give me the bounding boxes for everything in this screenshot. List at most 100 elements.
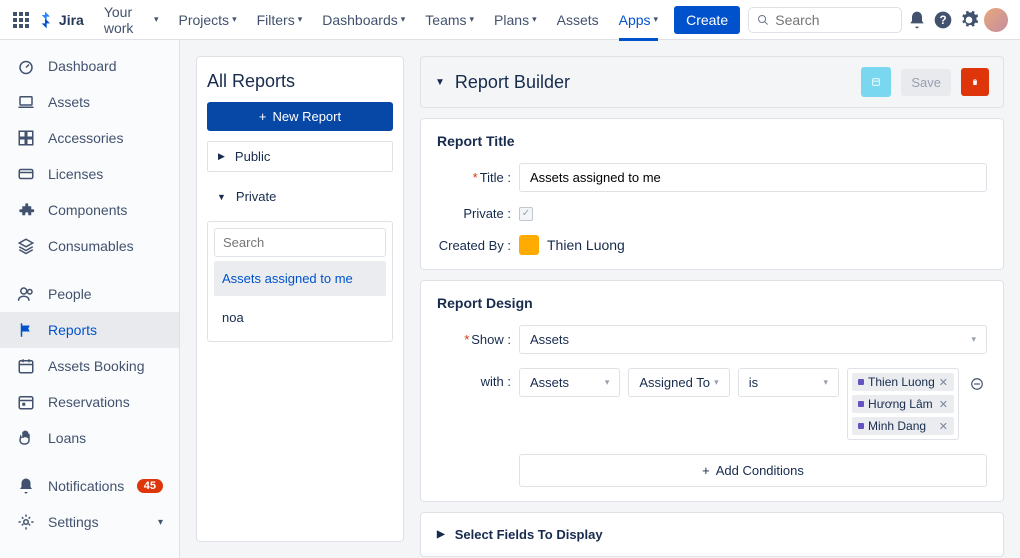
sidebar-item-consumables[interactable]: Consumables <box>0 228 179 264</box>
chevron-down-icon: ▾ <box>654 14 659 25</box>
all-reports-panel: All Reports + New Report ▶ Public ▼ Priv… <box>196 56 404 542</box>
global-search[interactable] <box>748 7 902 33</box>
plus-icon: + <box>702 463 710 478</box>
search-input[interactable] <box>775 12 893 28</box>
chevron-right-icon: ▶ <box>218 151 225 162</box>
sidebar-item-people[interactable]: People <box>0 276 179 312</box>
sidebar-item-label: Accessories <box>48 130 123 146</box>
report-item[interactable]: Assets assigned to me <box>214 261 386 296</box>
chevron-down-icon: ▾ <box>824 377 829 388</box>
sidebar-item-label: Loans <box>48 430 86 446</box>
private-checkbox[interactable]: ✓ <box>519 207 533 221</box>
sidebar-item-reports[interactable]: Reports <box>0 312 179 348</box>
layers-icon <box>16 236 36 256</box>
sidebar-item-label: People <box>48 286 92 302</box>
report-search-input[interactable] <box>214 228 386 257</box>
add-conditions-button[interactable]: + Add Conditions <box>519 454 987 487</box>
chevron-down-icon: ▼ <box>217 192 226 202</box>
people-icon <box>16 284 36 304</box>
chevron-down-icon[interactable]: ▼ <box>435 77 445 88</box>
create-button[interactable]: Create <box>674 6 740 34</box>
condition-field-select[interactable]: Assigned To▾ <box>628 368 729 397</box>
sidebar-item-help[interactable]: ?Help▾ <box>0 552 179 558</box>
sidebar-item-label: Consumables <box>48 238 134 254</box>
sidebar-item-assets-booking[interactable]: Assets Booking <box>0 348 179 384</box>
notifications-icon[interactable] <box>906 6 928 34</box>
folder-private[interactable]: ▼ Private <box>207 182 393 211</box>
sidebar-item-components[interactable]: Components <box>0 192 179 228</box>
jira-logo[interactable]: Jira <box>35 10 84 30</box>
remove-condition-button[interactable] <box>967 374 987 394</box>
show-select[interactable]: Assets▾ <box>519 325 987 354</box>
chevron-down-icon: ▾ <box>532 14 537 25</box>
sidebar-item-label: Reservations <box>48 394 130 410</box>
sidebar-item-dashboard[interactable]: Dashboard <box>0 48 179 84</box>
user-dot-icon <box>858 423 864 429</box>
content-area: All Reports + New Report ▶ Public ▼ Priv… <box>180 40 1020 558</box>
nav-your-work[interactable]: Your work▾ <box>96 0 167 42</box>
calendar2-icon <box>16 392 36 412</box>
title-label: *Title : <box>437 170 519 185</box>
creator-avatar <box>519 235 539 255</box>
avatar[interactable] <box>984 6 1008 34</box>
sidebar-item-label: Notifications <box>48 478 124 494</box>
nav-plans[interactable]: Plans▾ <box>486 6 545 34</box>
sidebar-item-loans[interactable]: Loans <box>0 420 179 456</box>
help-icon[interactable]: ? <box>932 6 954 34</box>
sidebar-item-settings[interactable]: Settings▾ <box>0 504 179 540</box>
creator-value: Thien Luong <box>519 235 625 255</box>
sidebar-item-label: Licenses <box>48 166 103 182</box>
remove-tag-button[interactable]: ✕ <box>939 420 948 433</box>
search-icon <box>757 13 769 27</box>
chevron-right-icon: ▶ <box>437 529 445 540</box>
show-label: *Show : <box>437 332 519 347</box>
chevron-down-icon: ▾ <box>232 14 237 25</box>
nav-apps[interactable]: Apps▾ <box>611 6 666 34</box>
sidebar-item-licenses[interactable]: Licenses <box>0 156 179 192</box>
nav-filters[interactable]: Filters▾ <box>249 6 311 34</box>
bell-icon <box>16 476 36 496</box>
app-switcher-icon[interactable] <box>12 8 31 32</box>
badge: 45 <box>137 479 163 493</box>
private-label: Private : <box>437 206 519 221</box>
created-by-label: Created By : <box>437 238 519 253</box>
condition-operator-select[interactable]: is▾ <box>738 368 839 397</box>
nav-projects[interactable]: Projects▾ <box>170 6 244 34</box>
select-fields-section[interactable]: ▶ Select Fields To Display <box>420 512 1004 557</box>
section-title: Report Design <box>437 295 987 311</box>
product-name: Jira <box>59 12 84 28</box>
report-item[interactable]: noa <box>214 300 386 335</box>
report-title-section: Report Title *Title : Private : ✓ Create… <box>420 118 1004 270</box>
save-button[interactable]: Save <box>901 69 951 96</box>
nav-dashboards[interactable]: Dashboards▾ <box>314 6 413 34</box>
condition-values[interactable]: Thien Luong✕Hương Lâm✕Minh Dang✕ <box>847 368 959 440</box>
nav-assets[interactable]: Assets <box>549 6 607 34</box>
puzzle-icon <box>16 200 36 220</box>
report-design-section: Report Design *Show : Assets▾ with : Ass… <box>420 280 1004 502</box>
sidebar-item-accessories[interactable]: Accessories <box>0 120 179 156</box>
new-report-button[interactable]: + New Report <box>207 102 393 131</box>
delete-button[interactable] <box>961 68 989 96</box>
sidebar-item-assets[interactable]: Assets <box>0 84 179 120</box>
dashboard-icon <box>16 56 36 76</box>
preview-button[interactable] <box>861 67 891 97</box>
remove-tag-button[interactable]: ✕ <box>939 398 948 411</box>
user-tag: Minh Dang✕ <box>852 417 954 435</box>
laptop-icon <box>16 92 36 112</box>
sidebar-item-label: Assets <box>48 94 90 110</box>
condition-entity-select[interactable]: Assets▾ <box>519 368 620 397</box>
nav-teams[interactable]: Teams▾ <box>417 6 482 34</box>
sidebar-item-notifications[interactable]: Notifications 45 <box>0 468 179 504</box>
sidebar: Dashboard Assets Accessories Licenses Compon… <box>0 40 180 558</box>
section-title: Report Title <box>437 133 987 149</box>
sidebar-item-label: Settings <box>48 514 99 530</box>
sidebar-item-label: Reports <box>48 322 97 338</box>
sidebar-item-reservations[interactable]: Reservations <box>0 384 179 420</box>
title-input[interactable] <box>519 163 987 192</box>
remove-tag-button[interactable]: ✕ <box>939 376 948 389</box>
settings-icon[interactable] <box>958 6 980 34</box>
user-tag: Hương Lâm✕ <box>852 395 954 413</box>
sidebar-item-label: Components <box>48 202 127 218</box>
calendar-icon <box>16 356 36 376</box>
folder-public[interactable]: ▶ Public <box>207 141 393 172</box>
